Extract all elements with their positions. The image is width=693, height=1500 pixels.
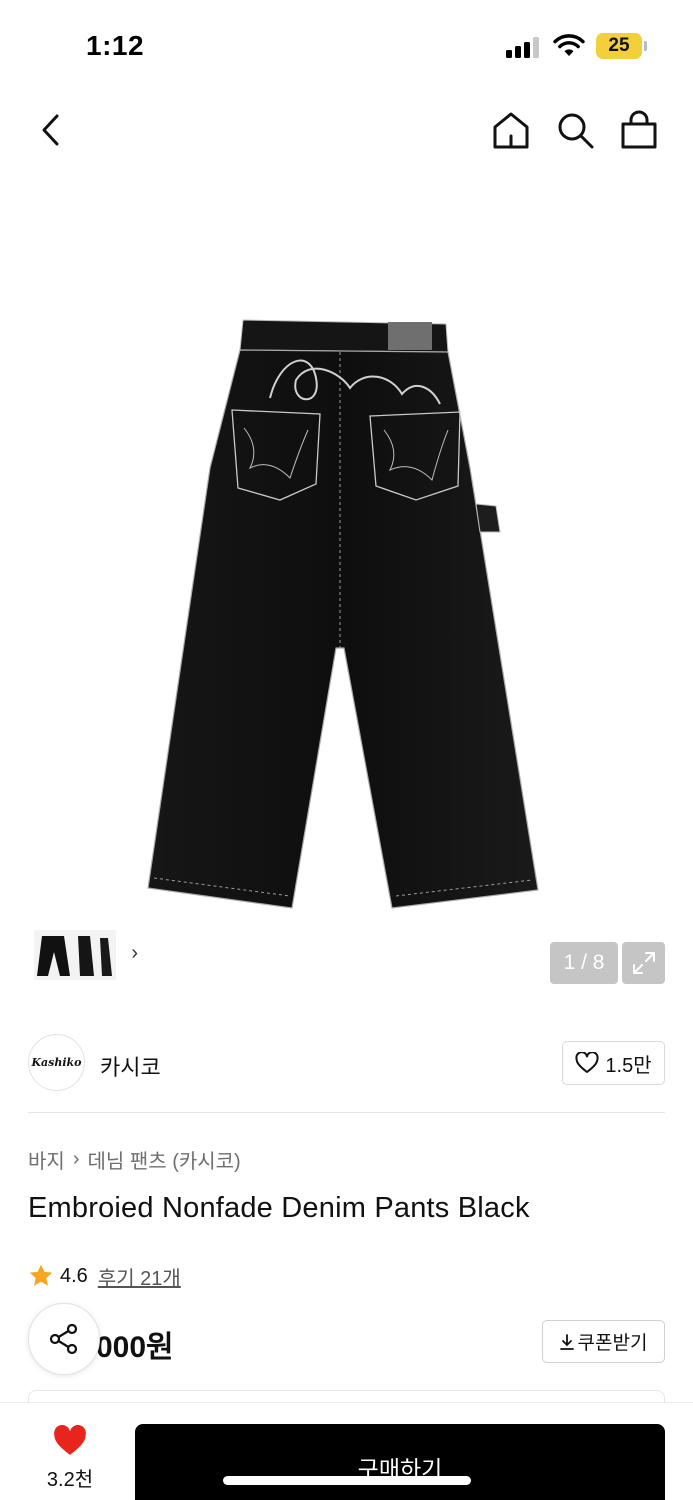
wishlist-button[interactable]: 3.2천 bbox=[30, 1425, 110, 1495]
buy-button[interactable]: 구매하기 bbox=[135, 1424, 665, 1500]
coupon-label: 쿠폰받기 bbox=[577, 1333, 648, 1354]
thumbnail-strip[interactable]: › bbox=[28, 924, 146, 985]
fullscreen-button[interactable] bbox=[622, 942, 665, 984]
status-time: 1:12 bbox=[86, 30, 145, 61]
breadcrumb-subcategory[interactable]: 데님 팬츠 (카시코) bbox=[87, 1145, 240, 1174]
home-indicator bbox=[223, 1476, 471, 1485]
thumb-next-arrow[interactable]: › bbox=[131, 942, 138, 965]
rating-value: 4.6 bbox=[60, 1264, 88, 1287]
product-image[interactable] bbox=[140, 318, 550, 914]
battery-level: 25 bbox=[596, 33, 642, 59]
wifi-icon bbox=[553, 34, 585, 56]
divider bbox=[28, 1112, 665, 1113]
expand-icon bbox=[632, 952, 655, 974]
brand-name[interactable]: 카시코 bbox=[100, 1050, 161, 1082]
bottom-action-bar: 3.2천 구매하기 bbox=[0, 1402, 693, 1500]
breadcrumb-separator: › bbox=[72, 1148, 80, 1170]
heart-outline-icon bbox=[575, 1052, 599, 1073]
download-icon bbox=[559, 1333, 574, 1350]
brand-like-button[interactable]: 1.5만 bbox=[562, 1041, 665, 1085]
home-button[interactable] bbox=[489, 108, 533, 152]
share-icon bbox=[49, 1323, 78, 1355]
share-button[interactable] bbox=[28, 1303, 100, 1375]
wishlist-count: 3.2천 bbox=[46, 1469, 94, 1491]
back-button[interactable] bbox=[30, 110, 70, 150]
home-icon bbox=[493, 112, 529, 149]
chevron-left-icon bbox=[42, 114, 59, 146]
product-title: Embroied Nonfade Denim Pants Black bbox=[28, 1192, 530, 1224]
status-bar: 1:12 25 bbox=[0, 0, 693, 92]
search-button[interactable] bbox=[553, 108, 597, 152]
breadcrumb: 바지 › 데님 팬츠 (카시코) bbox=[28, 1145, 241, 1174]
signal-icon bbox=[506, 36, 542, 58]
image-page-indicator: 1 / 8 bbox=[550, 942, 618, 984]
review-link[interactable]: 후기 21개 bbox=[98, 1262, 181, 1291]
breadcrumb-category[interactable]: 바지 bbox=[28, 1145, 65, 1174]
search-icon bbox=[558, 113, 594, 149]
brand-row[interactable]: Kashiko 카시코 1.5만 bbox=[28, 1034, 665, 1092]
brand-logo[interactable]: Kashiko bbox=[28, 1034, 85, 1091]
star-icon bbox=[29, 1264, 53, 1286]
heart-filled-icon bbox=[54, 1425, 86, 1455]
rating-row: 4.6 후기 21개 bbox=[28, 1261, 181, 1291]
cart-button[interactable] bbox=[617, 108, 661, 152]
product-thumbnail[interactable] bbox=[34, 929, 116, 980]
battery-icon: 25 bbox=[596, 33, 648, 59]
brand-like-count: 1.5만 bbox=[605, 1054, 652, 1077]
product-price: 000원 bbox=[96, 1331, 174, 1364]
shopping-bag-icon bbox=[621, 110, 657, 149]
coupon-button[interactable]: 쿠폰받기 bbox=[542, 1320, 665, 1363]
